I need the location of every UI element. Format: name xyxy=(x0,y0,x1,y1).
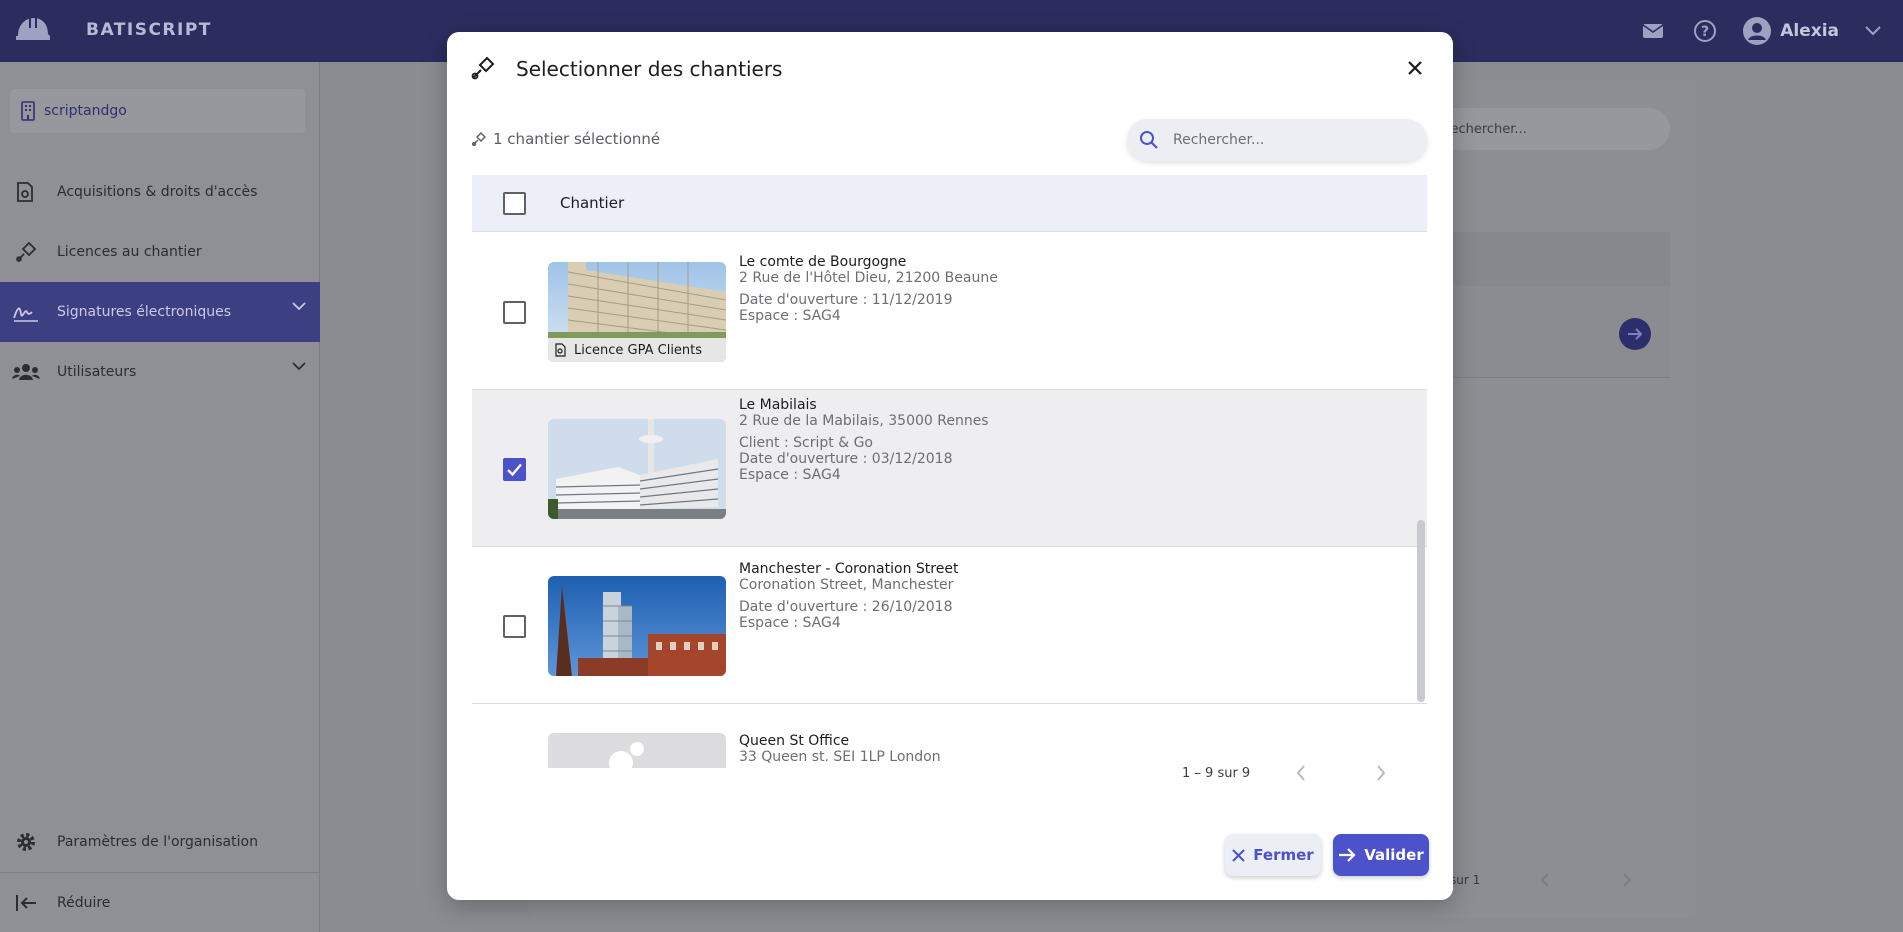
site-thumbnail xyxy=(548,419,726,519)
sidebar-item-label: Acquisitions & droits d'accès xyxy=(57,184,258,200)
sidebar-item-settings[interactable]: Paramètres de l'organisation xyxy=(0,812,320,872)
brand-name[interactable]: BATISCRIPT xyxy=(86,20,212,40)
site-address: 33 Queen st. SEI 1LP London xyxy=(739,749,941,765)
sidebar: scriptandgo Acquisitions & droits d'accè… xyxy=(0,62,320,932)
license-badge-label: Licence GPA Clients xyxy=(574,342,703,358)
site-opening-date: Date d'ouverture : 26/10/2018 xyxy=(739,599,953,615)
avatar[interactable] xyxy=(1742,16,1772,46)
sidebar-item-label: Signatures électroniques xyxy=(57,304,232,320)
site-name: Le comte de Bourgogne xyxy=(739,254,907,270)
sidebar-item-acquisitions[interactable]: Acquisitions & droits d'accès xyxy=(0,162,320,222)
chevron-down-icon[interactable] xyxy=(292,302,306,311)
site-thumbnail xyxy=(548,576,726,676)
row-checkbox[interactable] xyxy=(503,615,526,638)
site-address: 2 Rue de l'Hôtel Dieu, 21200 Beaune xyxy=(739,270,998,286)
organization-name: scriptandgo xyxy=(44,103,127,119)
trowel-icon xyxy=(12,238,40,266)
close-icon xyxy=(1232,848,1245,862)
sidebar-item-label: Réduire xyxy=(57,895,111,911)
close-button-label: Fermer xyxy=(1253,846,1314,864)
table-row[interactable]: Manchester - Coronation Street Coronatio… xyxy=(472,547,1427,704)
close-icon[interactable] xyxy=(1403,56,1427,80)
site-opening-date: Date d'ouverture : 11/12/2019 xyxy=(739,292,953,308)
check-icon xyxy=(507,463,522,477)
row-checkbox[interactable] xyxy=(503,458,526,481)
mail-icon[interactable] xyxy=(1638,16,1668,46)
row-checkbox[interactable] xyxy=(503,301,526,324)
chevron-left-icon[interactable] xyxy=(1295,764,1307,782)
sites-table: Chantier Licence GPA Clients Le comte de… xyxy=(472,175,1427,768)
site-client: Client : Script & Go xyxy=(739,435,873,451)
table-row[interactable]: Licence GPA Clients Le comte de Bourgogn… xyxy=(472,233,1427,390)
signature-icon xyxy=(12,298,40,326)
arrow-right-icon xyxy=(1339,848,1356,862)
selection-count: 1 chantier sélectionné xyxy=(471,130,660,148)
trowel-icon xyxy=(471,132,486,147)
chevron-down-icon[interactable] xyxy=(1865,26,1881,36)
sidebar-item-licences[interactable]: Licences au chantier xyxy=(0,222,320,282)
site-opening-date: Date d'ouverture : 03/12/2018 xyxy=(739,451,953,467)
table-row[interactable]: Queen St Office 33 Queen st. SEI 1LP Lon… xyxy=(472,704,1427,768)
trowel-icon xyxy=(471,56,495,80)
table-scrollbar[interactable] xyxy=(1417,520,1425,702)
organization-selector[interactable]: scriptandgo xyxy=(10,89,305,133)
table-header: Chantier xyxy=(472,175,1427,232)
column-header-site: Chantier xyxy=(560,194,625,212)
document-key-icon xyxy=(555,343,566,357)
sidebar-item-label: Utilisateurs xyxy=(57,364,137,380)
license-badge: Licence GPA Clients xyxy=(548,338,726,362)
site-space: Espace : SAG4 xyxy=(739,615,841,631)
background-pagination: sur 1 xyxy=(1450,873,1481,887)
chevron-right-icon[interactable] xyxy=(1375,764,1387,782)
document-key-icon xyxy=(12,178,40,206)
collapse-arrow-icon xyxy=(12,889,40,917)
site-name: Queen St Office xyxy=(739,733,850,749)
sidebar-collapse[interactable]: Réduire xyxy=(0,873,320,932)
users-icon xyxy=(12,358,40,386)
pagination-range: 1 – 9 sur 9 xyxy=(1182,766,1251,781)
site-address: Coronation Street, Manchester xyxy=(739,577,954,593)
site-address: 2 Rue de la Mabilais, 35000 Rennes xyxy=(739,413,989,429)
sidebar-item-signatures[interactable]: Signatures électroniques xyxy=(0,282,320,342)
sidebar-item-users[interactable]: Utilisateurs xyxy=(0,342,320,402)
selection-count-label: 1 chantier sélectionné xyxy=(493,130,661,148)
chevron-right-icon[interactable] xyxy=(1622,872,1632,888)
close-button[interactable]: Fermer xyxy=(1225,834,1321,876)
svg-text:?: ? xyxy=(1701,24,1709,40)
dialog-title: Selectionner des chantiers xyxy=(516,57,783,81)
arrow-right-icon[interactable] xyxy=(1619,318,1651,350)
user-name[interactable]: Alexia xyxy=(1780,21,1839,41)
site-name: Le Mabilais xyxy=(739,397,817,413)
chevron-left-icon[interactable] xyxy=(1540,872,1550,888)
validate-button[interactable]: Valider xyxy=(1333,834,1429,876)
search-icon xyxy=(1140,131,1158,149)
site-space: Espace : SAG4 xyxy=(739,308,841,324)
building-icon xyxy=(21,101,35,121)
sidebar-item-label: Licences au chantier xyxy=(57,244,202,260)
sidebar-item-label: Paramètres de l'organisation xyxy=(57,834,258,850)
select-all-checkbox[interactable] xyxy=(503,192,526,215)
site-space: Espace : SAG4 xyxy=(739,467,841,483)
site-name: Manchester - Coronation Street xyxy=(739,561,959,577)
table-row[interactable]: Le Mabilais 2 Rue de la Mabilais, 35000 … xyxy=(472,390,1427,547)
search-input[interactable] xyxy=(1173,132,1403,148)
top-right-tools: ? Alexia xyxy=(1638,0,1903,62)
site-thumbnail: Licence GPA Clients xyxy=(548,262,726,362)
search-box xyxy=(1127,119,1427,161)
helmet-logo-icon[interactable] xyxy=(12,14,52,46)
select-sites-dialog: Selectionner des chantiers 1 chantier sé… xyxy=(447,32,1453,900)
validate-button-label: Valider xyxy=(1364,846,1424,864)
gear-icon xyxy=(12,828,40,856)
site-thumbnail-placeholder xyxy=(548,733,726,768)
help-icon[interactable]: ? xyxy=(1690,16,1720,46)
chevron-down-icon[interactable] xyxy=(292,362,306,371)
